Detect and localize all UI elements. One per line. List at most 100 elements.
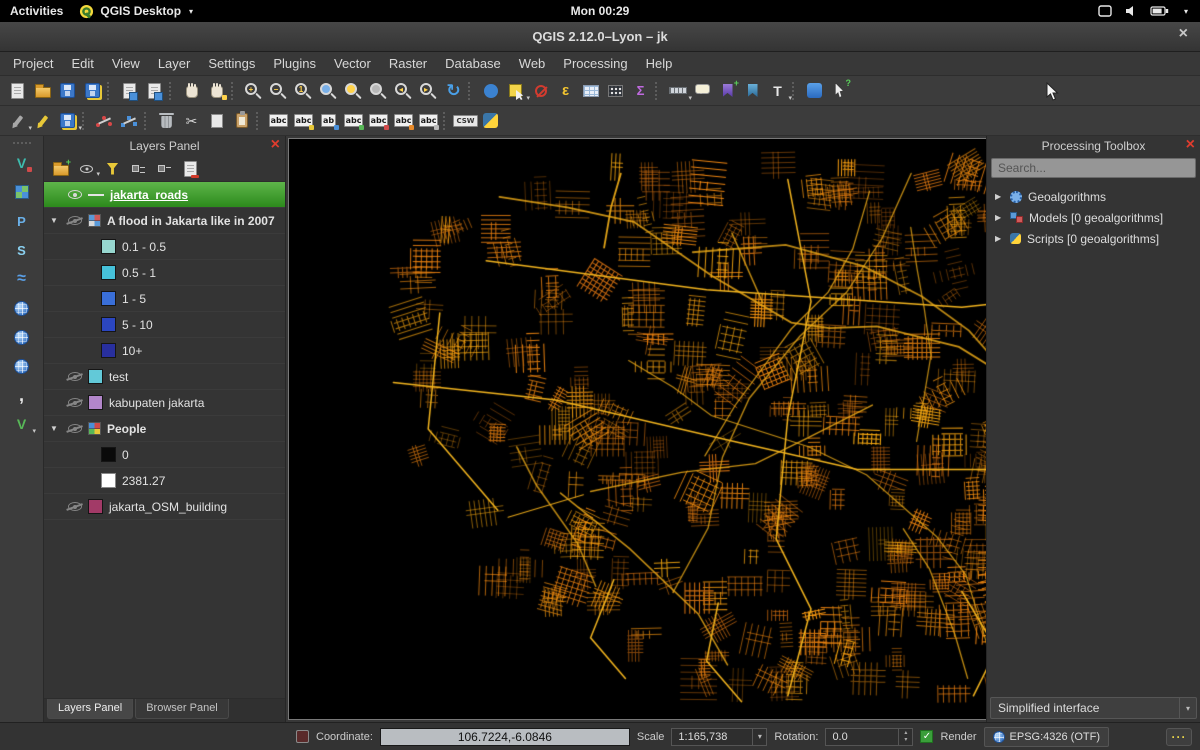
text-annotation[interactable]: T▾ (765, 79, 790, 103)
legend-class-0-1-0-5[interactable]: 0.1 - 0.5 (44, 234, 285, 260)
menu-plugins[interactable]: Plugins (264, 53, 325, 74)
render-checkbox[interactable]: ✓ (920, 730, 933, 743)
new-print-composer[interactable] (117, 79, 142, 103)
layer-item-test[interactable]: test (44, 364, 285, 390)
menu-project[interactable]: Project (4, 53, 62, 74)
window-titlebar[interactable]: QGIS 2.12.0–Lyon – jk × (0, 22, 1200, 52)
processing-search-input[interactable] (991, 158, 1196, 178)
layer-item-jakarta-osm-building[interactable]: jakarta_OSM_building (44, 494, 285, 520)
toolbar-drag-handle[interactable] (13, 142, 31, 144)
coordinate-input[interactable]: 106.7224,-6.0846 (380, 728, 630, 746)
layer-item-jakarta-roads[interactable]: jakarta_roads (44, 182, 285, 208)
expand-all[interactable] (127, 158, 150, 179)
add-group[interactable]: + (49, 158, 72, 179)
status-extent-icon[interactable] (296, 730, 309, 743)
layer-item-kabupaten-jakarta[interactable]: kabupaten jakarta (44, 390, 285, 416)
cut-features[interactable]: ✂ (179, 109, 204, 133)
zoom-next[interactable]: ▸ (416, 79, 441, 103)
proc-item-models-0-geoalgorithms[interactable]: ▶Models [0 geoalgorithms] (987, 207, 1200, 228)
toggle-editing[interactable] (30, 109, 55, 133)
zoom-in[interactable]: + (241, 79, 266, 103)
python-console[interactable] (478, 109, 503, 133)
measure-line[interactable]: ▾ (665, 79, 690, 103)
interface-mode-select[interactable]: Simplified interface (990, 697, 1197, 719)
field-calculator[interactable] (603, 79, 628, 103)
add-spatialite-layer[interactable]: S (9, 238, 34, 262)
add-feature[interactable] (92, 109, 117, 133)
legend-class-0-5-1[interactable]: 0.5 - 1 (44, 260, 285, 286)
show-bookmarks[interactable] (740, 79, 765, 103)
add-wms-layer[interactable] (9, 296, 34, 320)
zoom-to-layer[interactable] (366, 79, 391, 103)
open-attribute-table[interactable] (578, 79, 603, 103)
menu-database[interactable]: Database (436, 53, 510, 74)
save-layer-edits[interactable]: ▾ (55, 109, 80, 133)
layer-group-people[interactable]: ▼People (44, 416, 285, 442)
pan-map[interactable] (179, 79, 204, 103)
rotation-spinner[interactable]: 0.0 (825, 728, 913, 746)
legend-class-10[interactable]: 10+ (44, 338, 285, 364)
menu-edit[interactable]: Edit (62, 53, 102, 74)
label-pin-unpin[interactable]: abc (291, 109, 316, 133)
dropdown-caret-icon[interactable]: ▾ (788, 94, 792, 102)
whats-this[interactable]: ? (827, 79, 852, 103)
zoom-native[interactable]: 1 (291, 79, 316, 103)
legend-class-1-5[interactable]: 1 - 5 (44, 286, 285, 312)
volume-icon[interactable] (1124, 5, 1138, 17)
menu-help[interactable]: Help (637, 53, 682, 74)
zoom-last[interactable]: ◂ (391, 79, 416, 103)
dropdown-caret-icon[interactable]: ▾ (32, 427, 36, 435)
app-menu-button[interactable]: QGIS Desktop ▾ (79, 4, 193, 19)
tab-browser-panel[interactable]: Browser Panel (135, 699, 229, 719)
layers-panel-close-icon[interactable]: × (271, 137, 280, 153)
system-menu-chevron-icon[interactable]: ▾ (1184, 7, 1188, 16)
manage-layer-visibility[interactable]: ▾ (75, 158, 98, 179)
save-project-as[interactable] (80, 79, 105, 103)
pan-map-to-selection[interactable] (204, 79, 229, 103)
new-bookmark[interactable]: + (715, 79, 740, 103)
menu-layer[interactable]: Layer (149, 53, 200, 74)
expand-arrow-icon[interactable]: ▶ (995, 192, 1004, 201)
statistical-summary[interactable]: Σ (628, 79, 653, 103)
legend-class-2381-27[interactable]: 2381.27 (44, 468, 285, 494)
menu-view[interactable]: View (103, 53, 149, 74)
eye-hidden-icon[interactable] (68, 424, 82, 433)
save-project[interactable] (55, 79, 80, 103)
copy-features[interactable] (204, 109, 229, 133)
add-delimited-text-layer[interactable]: , (9, 383, 34, 407)
new-shapefile-layer[interactable]: V▾ (9, 412, 34, 436)
label-rotate[interactable]: abc (366, 109, 391, 133)
metasearch-csw[interactable]: CSW (453, 109, 478, 133)
processing-panel-close-icon[interactable]: × (1186, 137, 1195, 153)
delete-selected[interactable] (154, 109, 179, 133)
eye-visible-icon[interactable] (68, 190, 82, 199)
expand-arrow-icon[interactable]: ▼ (50, 424, 62, 433)
clock[interactable]: Mon 00:29 (571, 4, 630, 18)
map-tips[interactable] (690, 79, 715, 103)
add-raster-layer[interactable] (9, 180, 34, 204)
composer-manager[interactable] (142, 79, 167, 103)
expand-arrow-icon[interactable]: ▶ (995, 234, 1004, 243)
add-wcs-layer[interactable] (9, 325, 34, 349)
label-properties[interactable]: abc (416, 109, 441, 133)
menu-settings[interactable]: Settings (199, 53, 264, 74)
zoom-out[interactable]: − (266, 79, 291, 103)
dropdown-caret-icon[interactable]: ▾ (96, 170, 100, 178)
dropdown-caret-icon[interactable]: ▾ (78, 124, 82, 132)
eye-hidden-icon[interactable] (68, 216, 82, 225)
add-postgis-layer[interactable]: P (9, 209, 34, 233)
proc-item-geoalgorithms[interactable]: ▶Geoalgorithms (987, 186, 1200, 207)
activities-button[interactable]: Activities (10, 4, 63, 18)
menu-processing[interactable]: Processing (554, 53, 636, 74)
select-by-expression[interactable]: ε (553, 79, 578, 103)
expand-arrow-icon[interactable]: ▼ (50, 216, 62, 225)
notification-icon[interactable] (1098, 5, 1112, 17)
help-contents[interactable] (802, 79, 827, 103)
eye-hidden-icon[interactable] (68, 398, 82, 407)
menu-web[interactable]: Web (510, 53, 555, 74)
remove-layer[interactable] (179, 158, 202, 179)
menu-raster[interactable]: Raster (380, 53, 436, 74)
add-vector-layer[interactable]: V (9, 151, 34, 175)
label-move[interactable]: abc (341, 109, 366, 133)
deselect-all[interactable] (528, 79, 553, 103)
